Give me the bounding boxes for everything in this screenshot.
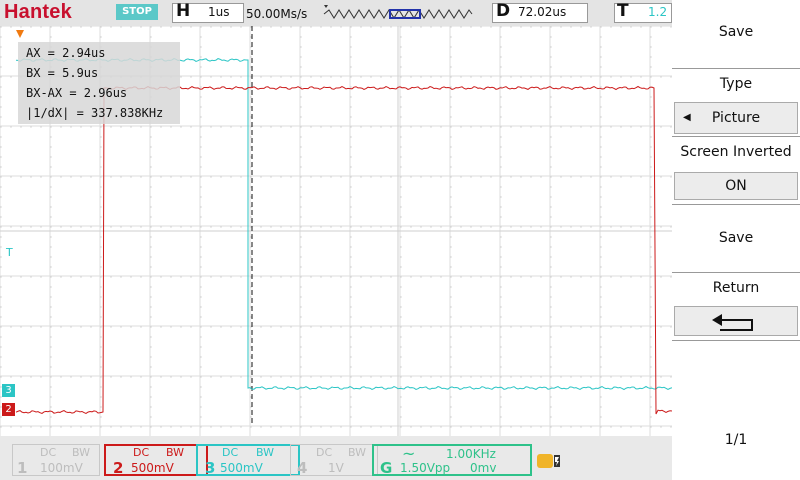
ch2-waveform: [15, 85, 672, 415]
delay-letter: D: [496, 1, 511, 21]
menu-title: Save: [718, 24, 754, 40]
ch3-bw: BW: [256, 446, 275, 459]
ch2-ground-marker[interactable]: 2: [2, 403, 15, 416]
menu-divider: [672, 136, 800, 137]
menu-divider: [672, 272, 800, 273]
return-label: Return: [712, 280, 760, 296]
type-value: Picture: [711, 110, 761, 126]
ch2-number: 2: [113, 459, 124, 477]
measure-bx: BX = 5.9us: [26, 66, 99, 80]
type-select[interactable]: ◀ Picture: [674, 102, 798, 134]
delay-value: 72.02us: [518, 5, 567, 19]
generator-amplitude: 1.50Vpp: [400, 461, 451, 475]
menu-divider: [672, 340, 800, 341]
measure-bx-ax: BX-AX = 2.96us: [26, 86, 128, 100]
ch1-scale: 100mV: [40, 461, 83, 475]
memory-position-icon: [323, 5, 473, 19]
ch4-number: 4: [297, 459, 308, 477]
measure-ax: AX = 2.94us: [26, 46, 106, 60]
triangle-left-icon: ◀: [683, 112, 691, 123]
trigger-position-marker: [16, 30, 24, 38]
generator-frequency: 1.00KHz: [446, 447, 496, 461]
return-arrow-icon: [712, 314, 753, 331]
brand-logo: Hantek: [4, 1, 72, 23]
battery-icon: [537, 454, 560, 468]
ch1-coupling: DC: [40, 446, 57, 459]
timebase-value: 1us: [208, 5, 230, 19]
trigger-level-value: 1.2: [648, 5, 668, 19]
run-state-badge[interactable]: STOP: [116, 4, 158, 20]
ch1-number: 1: [17, 459, 28, 477]
ch2-coupling: DC: [133, 446, 150, 459]
type-label: Type: [719, 76, 753, 92]
return-button[interactable]: [674, 306, 798, 336]
ch2-bw: BW: [166, 446, 185, 459]
ch2-scale: 500mV: [131, 461, 174, 475]
ch4-coupling: DC: [316, 446, 333, 459]
page-indicator: 1/1: [724, 432, 748, 448]
timebase-letter: H: [176, 1, 191, 21]
ch4-scale: 1V: [328, 461, 344, 475]
trigger-level-marker[interactable]: T: [6, 246, 13, 259]
ch3-ground-marker[interactable]: 3: [2, 384, 15, 397]
generator-letter: G: [380, 459, 393, 477]
screen-inverted-label: Screen Inverted: [680, 144, 792, 160]
menu-divider: [672, 204, 800, 205]
generator-offset: 0mv: [470, 461, 497, 475]
ch3-number: 3: [205, 459, 216, 477]
measure-frequency: |1/dX| = 337.838KHz: [26, 106, 164, 120]
menu-divider: [672, 68, 800, 69]
sample-rate: 50.00Ms/s: [246, 7, 308, 21]
ch3-coupling: DC: [222, 446, 239, 459]
ch1-bw: BW: [72, 446, 91, 459]
ch4-bw: BW: [348, 446, 367, 459]
ch3-scale: 500mV: [220, 461, 263, 475]
status-bar: Hantek STOP H 1us 50.00Ms/s D 72.02us T …: [0, 0, 672, 26]
save-button[interactable]: Save: [674, 206, 798, 270]
screen-inverted-toggle[interactable]: ON: [674, 172, 798, 200]
trigger-letter: T: [617, 1, 629, 21]
